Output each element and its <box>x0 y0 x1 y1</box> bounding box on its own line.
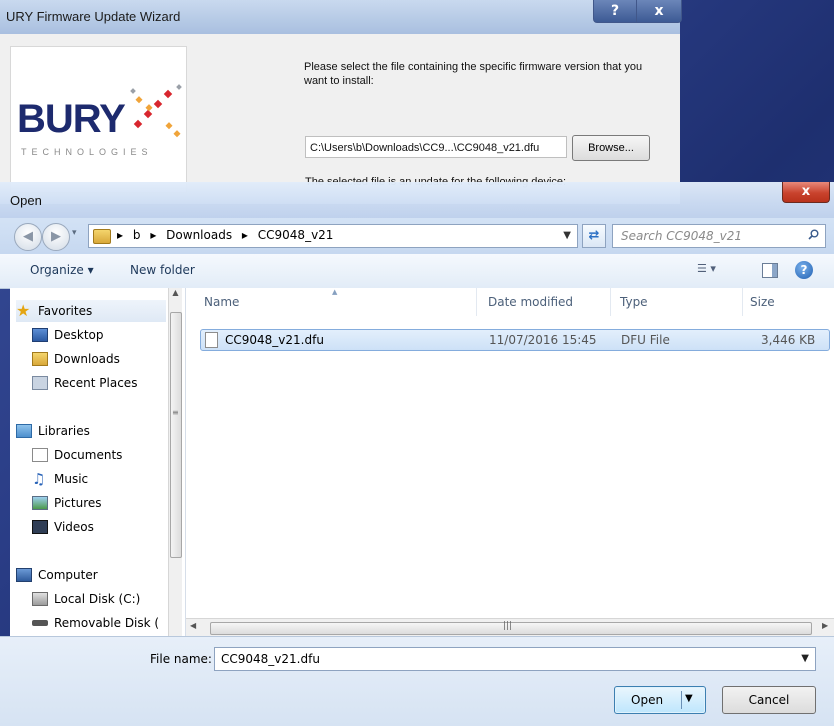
dialog-close-button[interactable]: x <box>782 182 830 203</box>
dialog-title: Open <box>10 193 42 208</box>
wizard-title-bar: URY Firmware Update Wizard ? x <box>0 0 682 35</box>
star-icon: ★ <box>16 301 31 320</box>
hscroll-thumb[interactable]: ||| <box>210 621 812 635</box>
folder-icon <box>93 229 111 244</box>
hard-disk-icon <box>32 592 48 606</box>
recent-places-icon <box>32 376 48 390</box>
wizard-body: BURY TECHNOLOGIES Please select the file… <box>0 34 680 204</box>
breadcrumb-separator-icon: ▸ <box>117 228 124 242</box>
column-header-name[interactable]: Name <box>204 288 239 316</box>
column-divider[interactable] <box>610 288 611 316</box>
breadcrumb: ▸ b ▸ Downloads ▸ CC9048_v21 <box>117 228 339 242</box>
file-icon <box>205 332 218 348</box>
breadcrumb-downloads[interactable]: Downloads <box>166 228 232 242</box>
breadcrumb-separator-icon: ▸ <box>241 228 248 242</box>
file-row[interactable]: CC9048_v21.dfu 11/07/2016 15:45 DFU File… <box>200 329 830 351</box>
address-bar-row: ◀ ▶ ▾ ▸ b ▸ Downloads ▸ CC9048_v21 ▼ ⇄ S… <box>0 218 834 254</box>
wizard-instruction: Please select the file containing the sp… <box>304 61 643 87</box>
scroll-thumb[interactable] <box>170 312 182 558</box>
address-bar[interactable]: ▸ b ▸ Downloads ▸ CC9048_v21 ▼ <box>88 224 578 248</box>
logo-word: BURY <box>17 97 126 141</box>
downloads-icon <box>32 352 48 366</box>
desktop-icon <box>32 328 48 342</box>
column-divider[interactable] <box>742 288 743 316</box>
wizard-browse-button[interactable]: Browse... <box>572 135 650 161</box>
chevron-down-icon[interactable]: ▼ <box>801 648 809 670</box>
change-view-icon[interactable]: ☰ ▾ <box>697 262 737 280</box>
logo-tagline: TECHNOLOGIES <box>21 147 153 157</box>
wizard-title: URY Firmware Update Wizard <box>6 9 181 24</box>
organize-button[interactable]: Organize ▾ <box>30 263 94 277</box>
file-date-modified: 11/07/2016 15:45 <box>489 333 597 347</box>
grip-icon: ||| <box>503 621 513 631</box>
open-button[interactable]: Open ▼ <box>614 686 706 714</box>
sort-ascending-icon: ▲ <box>332 288 338 296</box>
videos-icon <box>32 520 48 534</box>
bury-logo: BURY TECHNOLOGIES <box>10 46 187 193</box>
wizard-file-path-field[interactable]: C:\Users\b\Downloads\CC9...\CC9048_v21.d… <box>305 136 567 158</box>
file-type: DFU File <box>621 333 670 347</box>
search-input[interactable]: Search CC9048_v21 <box>612 224 826 248</box>
open-dropdown-icon[interactable]: ▼ <box>685 693 693 704</box>
file-name: CC9048_v21.dfu <box>225 333 324 347</box>
back-button[interactable]: ◀ <box>14 223 42 251</box>
column-divider[interactable] <box>476 288 477 316</box>
scroll-up-icon[interactable]: ▲ <box>170 288 181 302</box>
wizard-close-button[interactable]: x <box>636 0 682 23</box>
file-list-hscrollbar[interactable]: ◀ ||| ▶ <box>186 618 834 637</box>
recent-pages-chevron-icon[interactable]: ▾ <box>72 228 77 238</box>
breadcrumb-separator-icon: ▸ <box>150 228 157 242</box>
column-header-type[interactable]: Type <box>620 288 648 316</box>
documents-icon <box>32 448 48 462</box>
dialog-footer: File name: CC9048_v21.dfu ▼ Open ▼ Cance… <box>0 636 834 726</box>
nav-pane-scrollbar[interactable]: ▲ ≡ <box>168 288 182 636</box>
grip-icon: ≡ <box>172 408 179 417</box>
address-dropdown-icon[interactable]: ▼ <box>563 230 571 241</box>
forward-button[interactable]: ▶ <box>42 223 70 251</box>
file-size: 3,446 KB <box>761 333 816 347</box>
file-name-label: File name: <box>150 652 212 666</box>
help-icon[interactable]: ? <box>795 261 813 279</box>
cancel-button[interactable]: Cancel <box>722 686 816 714</box>
column-header-size[interactable]: Size <box>750 288 775 316</box>
preview-pane-icon[interactable] <box>762 263 778 278</box>
scroll-right-icon[interactable]: ▶ <box>822 621 828 630</box>
split-divider <box>681 691 682 709</box>
search-placeholder: Search CC9048_v21 <box>621 229 742 243</box>
refresh-button[interactable]: ⇄ <box>582 224 606 248</box>
command-toolbar: Organize ▾ New folder ☰ ▾ ? <box>0 254 834 289</box>
navigation-pane: ★ Favorites Desktop Downloads Recent Pla… <box>10 288 186 636</box>
open-file-dialog: Open x ◀ ▶ ▾ ▸ b ▸ Downloads ▸ CC9048_v2… <box>0 182 834 726</box>
file-name-value: CC9048_v21.dfu <box>221 652 320 666</box>
column-header-date-modified[interactable]: Date modified <box>488 288 573 316</box>
open-button-label: Open <box>631 693 664 707</box>
computer-icon <box>16 568 32 582</box>
file-name-input[interactable]: CC9048_v21.dfu ▼ <box>214 647 816 671</box>
file-list: Name ▲ Date modified Type Size CC9048_v2… <box>186 288 834 618</box>
logo-x-icon <box>130 84 182 138</box>
libraries-icon <box>16 424 32 438</box>
wizard-help-button[interactable]: ? <box>593 0 637 23</box>
dialog-title-bar: Open x <box>0 182 834 218</box>
new-folder-button[interactable]: New folder <box>130 263 195 277</box>
breadcrumb-cc9048[interactable]: CC9048_v21 <box>258 228 334 242</box>
music-icon: ♫ <box>32 470 46 488</box>
search-icon[interactable] <box>808 229 819 240</box>
breadcrumb-b[interactable]: b <box>133 228 141 242</box>
pictures-icon <box>32 496 48 510</box>
removable-disk-icon <box>32 620 48 626</box>
nav-favorites[interactable]: ★ Favorites <box>16 300 166 322</box>
scroll-left-icon[interactable]: ◀ <box>190 621 196 630</box>
firmware-wizard-window: URY Firmware Update Wizard ? x BURY TECH… <box>0 0 682 204</box>
